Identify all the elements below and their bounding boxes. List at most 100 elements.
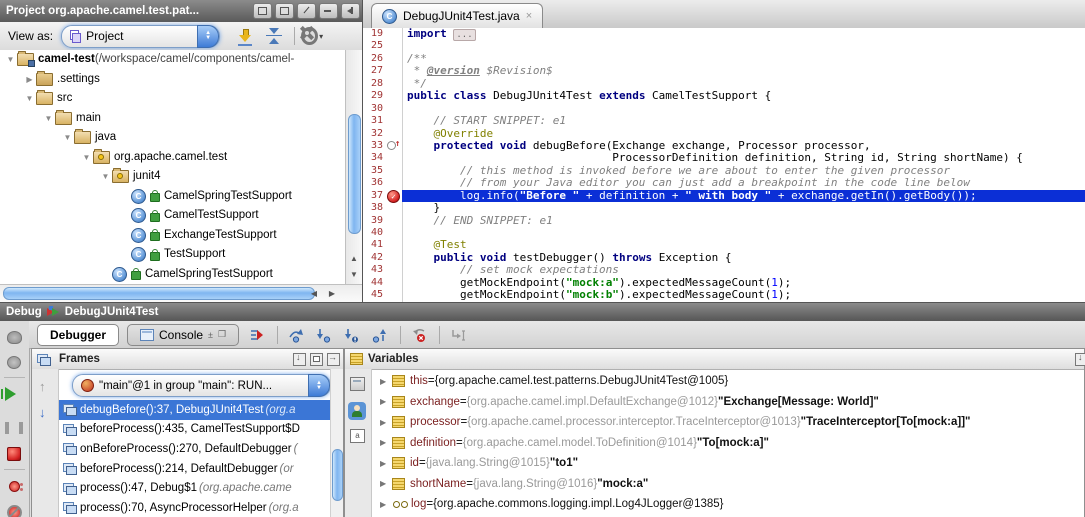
frame-row-1[interactable]: beforeProcess():435, CamelTestSupport$D: [59, 420, 331, 440]
hide-frames-icon[interactable]: [327, 353, 340, 366]
tree-open-arrow-icon[interactable]: ▼: [80, 148, 93, 168]
step-out-icon[interactable]: [370, 325, 390, 345]
project-titlebar[interactable]: Project org.apache.camel.test.pat...: [0, 0, 362, 22]
expand-arrow-icon[interactable]: ▶: [380, 438, 392, 447]
variable-row-log[interactable]: ▶log = {org.apache.commons.logging.impl.…: [372, 494, 1084, 515]
breakpoint-icon[interactable]: [387, 190, 400, 203]
variable-row-processor[interactable]: ▶processor = {org.apache.camel.processor…: [372, 412, 1084, 433]
frames-header[interactable]: Frames: [32, 349, 343, 370]
code-line-45[interactable]: 45 getMockEndpoint("mock:b").expectedMes…: [363, 289, 1085, 301]
tree-scroll-down-icon[interactable]: ▼: [346, 267, 362, 283]
tree-item-CamelSpringTestSupport[interactable]: CamelSpringTestSupport: [0, 187, 346, 207]
watch-settings-icon[interactable]: [348, 402, 366, 420]
frame-row-5[interactable]: process():70, AsyncProcessorHelper (org.…: [59, 498, 331, 517]
thread-dropdown-stepper-icon[interactable]: ▲▼: [308, 374, 330, 397]
scroll-from-source-icon[interactable]: [275, 3, 294, 19]
code-line-40[interactable]: 40: [363, 227, 1085, 239]
expand-arrow-icon[interactable]: ▶: [380, 418, 392, 427]
variable-row-definition[interactable]: ▶definition = {org.apache.camel.model.To…: [372, 433, 1084, 454]
code-area[interactable]: 19import ...2526/**27 * @version $Revisi…: [363, 28, 1085, 302]
view-as-dropdown[interactable]: Project ▲▼: [61, 25, 220, 48]
tree-item-CamelTestSupport[interactable]: CamelTestSupport: [0, 206, 346, 226]
frame-row-0[interactable]: debugBefore():37, DebugJUnit4Test (org.a: [59, 400, 331, 420]
collapse-all-icon[interactable]: [264, 26, 286, 46]
code-line-39[interactable]: 39 // END SNIPPET: e1: [363, 215, 1085, 227]
float-panel-icon[interactable]: [310, 353, 323, 366]
tree-open-arrow-icon[interactable]: ▼: [99, 167, 112, 187]
frame-row-2[interactable]: onBeforeProcess():270, DefaultDebugger (: [59, 439, 331, 459]
tree-open-arrow-icon[interactable]: ▼: [61, 128, 74, 148]
variable-row-this[interactable]: ▶this = {org.apache.camel.test.patterns.…: [372, 371, 1084, 392]
frame-row-3[interactable]: beforeProcess():214, DefaultDebugger (or: [59, 459, 331, 479]
thread-dump-icon[interactable]: [5, 353, 23, 371]
frames-scrollbar[interactable]: [330, 369, 343, 517]
settings-gear-icon[interactable]: ▾: [301, 26, 323, 46]
tree-item-.settings[interactable]: ▶.settings: [0, 70, 346, 90]
tree-open-arrow-icon[interactable]: ▼: [42, 109, 55, 129]
code-line-27[interactable]: 27 * @version $Revision$: [363, 65, 1085, 77]
run-to-cursor-icon[interactable]: [448, 325, 468, 345]
editor-tab[interactable]: DebugJUnit4Test.java ×: [371, 3, 543, 28]
tree-hscrollbar-thumb[interactable]: [3, 287, 315, 300]
stop-icon[interactable]: [5, 445, 23, 463]
tree-open-arrow-icon[interactable]: ▼: [4, 50, 17, 70]
text-view-icon[interactable]: [350, 429, 365, 443]
frame-row-4[interactable]: process():47, Debug$1 (org.apache.came: [59, 478, 331, 498]
restore-variables-icon[interactable]: [1075, 353, 1085, 366]
variable-row-shortName[interactable]: ▶shortName = {java.lang.String@1016}"moc…: [372, 474, 1084, 495]
minimize-icon[interactable]: [319, 3, 338, 19]
tree-hscrollbar[interactable]: ◀ ▶: [0, 284, 362, 303]
tree-item-main[interactable]: ▼main: [0, 109, 346, 129]
frames-scrollbar-thumb[interactable]: [332, 449, 343, 501]
expand-arrow-icon[interactable]: ▶: [380, 500, 392, 509]
pause-icon[interactable]: [5, 419, 23, 437]
show-execution-point-icon[interactable]: [247, 325, 267, 345]
pin-icon[interactable]: [297, 3, 316, 19]
drop-frame-icon[interactable]: [409, 325, 429, 345]
evaluate-expression-icon[interactable]: [350, 377, 365, 391]
code-line-29[interactable]: 29public class DebugJUnit4Test extends C…: [363, 90, 1085, 102]
hide-panel-icon[interactable]: [341, 3, 360, 19]
dropdown-stepper-icon[interactable]: ▲▼: [197, 25, 219, 48]
console-pin-output-icon[interactable]: ±: [208, 330, 213, 340]
tree-item-src[interactable]: ▼src: [0, 89, 346, 109]
tree-scroll-left-icon[interactable]: ◀: [306, 286, 322, 302]
step-into-icon[interactable]: [314, 325, 334, 345]
tab-debugger[interactable]: Debugger: [37, 324, 119, 346]
tab-console[interactable]: Console ± ❒: [127, 324, 239, 346]
expand-arrow-icon[interactable]: ▶: [380, 397, 392, 406]
code-line-19[interactable]: 19import ...: [363, 28, 1085, 40]
thread-dropdown[interactable]: "main"@1 in group "main": RUN... ▲▼: [72, 374, 331, 397]
tree-scroll-up-icon[interactable]: ▲: [346, 251, 362, 267]
tree-vscrollbar-thumb[interactable]: [348, 114, 361, 234]
restore-layout-icon[interactable]: [293, 353, 306, 366]
force-step-into-icon[interactable]: [342, 325, 362, 345]
view-breakpoints-icon[interactable]: [5, 477, 23, 495]
mute-breakpoints-icon[interactable]: [5, 503, 23, 517]
tree-item-java[interactable]: ▼java: [0, 128, 346, 148]
variable-row-id[interactable]: ▶id = {java.lang.String@1015}"to1": [372, 453, 1084, 474]
tree-item-CamelSpringTestSupport[interactable]: CamelSpringTestSupport: [0, 265, 346, 284]
code-line-37[interactable]: 37 log.info("Before " + definition + " w…: [363, 190, 1085, 202]
tree-closed-arrow-icon[interactable]: ▶: [23, 70, 36, 90]
code-line-25[interactable]: 25: [363, 40, 1085, 52]
frame-up-icon[interactable]: ↑: [39, 379, 46, 394]
debug-titlebar[interactable]: Debug DebugJUnit4Test: [0, 303, 1085, 321]
expand-arrow-icon[interactable]: ▶: [380, 377, 392, 386]
variables-header[interactable]: Variables: [345, 349, 1084, 370]
tree-item-TestSupport[interactable]: TestSupport: [0, 245, 346, 265]
expand-arrow-icon[interactable]: ▶: [380, 459, 392, 468]
expand-arrow-icon[interactable]: ▶: [380, 479, 392, 488]
autoscroll-to-source-icon[interactable]: [236, 26, 258, 46]
step-over-icon[interactable]: [286, 325, 306, 345]
tree-scroll-right-icon[interactable]: ▶: [324, 286, 340, 302]
tree-item-camel-test[interactable]: ▼camel-test (/workspace/camel/components…: [0, 50, 346, 70]
variable-row-exchange[interactable]: ▶exchange = {org.apache.camel.impl.Defau…: [372, 392, 1084, 413]
rerun-icon[interactable]: [5, 328, 23, 346]
tree-item-org.apache.camel.test[interactable]: ▼org.apache.camel.test: [0, 148, 346, 168]
tab-close-icon[interactable]: ×: [526, 10, 532, 22]
tree-vscrollbar[interactable]: ▲ ▼: [345, 50, 362, 284]
tree-item-junit4[interactable]: ▼junit4: [0, 167, 346, 187]
console-float-icon[interactable]: ❒: [218, 329, 226, 340]
frame-down-icon[interactable]: ↓: [39, 405, 46, 420]
